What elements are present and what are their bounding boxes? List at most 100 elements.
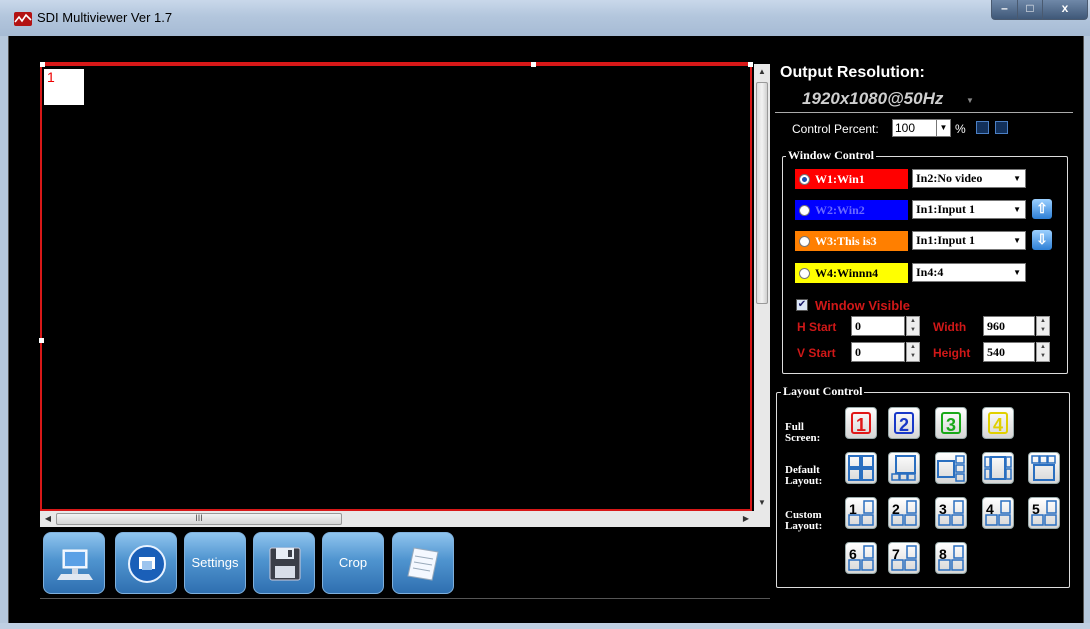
width-input[interactable]: 960 bbox=[983, 316, 1035, 336]
divider bbox=[775, 112, 1073, 113]
window-control-legend: Window Control bbox=[786, 148, 876, 163]
scroll-left-arrow-icon[interactable]: ◀ bbox=[40, 511, 56, 527]
v-start-spinner[interactable]: ▲ ▼ bbox=[906, 342, 920, 362]
crop-button[interactable]: Crop bbox=[322, 532, 384, 594]
custom-layout-number-label: 5 bbox=[1032, 501, 1040, 517]
custom-layout-button-4[interactable]: 4 bbox=[982, 497, 1014, 529]
width-spinner[interactable]: ▲ ▼ bbox=[1036, 316, 1050, 336]
window-input-select-w3[interactable]: In1:Input 1 ▼ bbox=[912, 231, 1026, 250]
horizontal-scroll-thumb[interactable]: III bbox=[56, 513, 342, 525]
control-percent-input[interactable]: 100 bbox=[892, 119, 937, 137]
monitor-button[interactable] bbox=[43, 532, 105, 594]
full-screen-button-4[interactable]: 4 bbox=[982, 407, 1014, 439]
resize-handle[interactable] bbox=[748, 62, 753, 67]
multiview-circle-icon bbox=[128, 545, 166, 583]
horizontal-scrollbar[interactable]: ◀ III ▶ bbox=[40, 511, 754, 527]
title-bar: SDI Multiviewer Ver 1.7 – □ x bbox=[0, 0, 1090, 36]
preview-window-1[interactable] bbox=[40, 62, 752, 511]
control-percent-label: Control Percent: bbox=[792, 122, 879, 136]
minimize-button[interactable]: – bbox=[991, 0, 1018, 20]
document-pencil-icon bbox=[407, 547, 439, 581]
window-name-label: W2:Win2 bbox=[815, 203, 865, 217]
window-radio-w3[interactable] bbox=[799, 236, 810, 247]
layout-control-legend: Layout Control bbox=[781, 384, 865, 399]
dropdown-arrow-icon: ▼ bbox=[1013, 236, 1021, 245]
window-radio-w4[interactable] bbox=[799, 268, 810, 279]
control-percent-dropdown-icon[interactable]: ▼ bbox=[937, 119, 951, 137]
window-input-value: In1:Input 1 bbox=[916, 202, 976, 216]
maximize-button[interactable]: □ bbox=[1017, 0, 1043, 20]
resize-handle[interactable] bbox=[39, 338, 44, 343]
custom-layout-button-5[interactable]: 5 bbox=[1028, 497, 1060, 529]
h-start-input[interactable]: 0 bbox=[851, 316, 905, 336]
window-name-label: W4:Winnn4 bbox=[815, 266, 879, 280]
expand-icon[interactable] bbox=[976, 121, 989, 134]
scrollbar-corner bbox=[754, 511, 770, 527]
dropdown-arrow-icon: ▼ bbox=[1013, 174, 1021, 183]
window-row-w4[interactable]: W4:Winnn4 bbox=[795, 263, 908, 283]
output-resolution-value[interactable]: 1920x1080@50Hz bbox=[802, 89, 943, 109]
window-input-value: In1:Input 1 bbox=[916, 233, 976, 247]
collapse-icon[interactable] bbox=[995, 121, 1008, 134]
height-label: Height bbox=[933, 346, 971, 360]
full-screen-number-label: 1 bbox=[851, 412, 871, 435]
height-spinner[interactable]: ▲ ▼ bbox=[1036, 342, 1050, 362]
custom-layout-button-1[interactable]: 1 bbox=[845, 497, 877, 529]
window-row-w1[interactable]: W1:Win1 bbox=[795, 169, 908, 189]
full-screen-button-3[interactable]: 3 bbox=[935, 407, 967, 439]
window-radio-w1[interactable] bbox=[799, 174, 810, 185]
window-radio-w2[interactable] bbox=[799, 205, 810, 216]
close-button[interactable]: x bbox=[1042, 0, 1088, 20]
full-screen-button-2[interactable]: 2 bbox=[888, 407, 920, 439]
window-input-select-w1[interactable]: In2:No video ▼ bbox=[912, 169, 1026, 188]
h-start-spinner[interactable]: ▲ ▼ bbox=[906, 316, 920, 336]
height-input[interactable]: 540 bbox=[983, 342, 1035, 362]
resolution-dropdown-arrow-icon[interactable]: ▼ bbox=[966, 96, 974, 105]
vertical-scrollbar[interactable]: ▲ ▼ bbox=[754, 64, 770, 511]
custom-layout-button-6[interactable]: 6 bbox=[845, 542, 877, 574]
v-start-input[interactable]: 0 bbox=[851, 342, 905, 362]
full-screen-button-1[interactable]: 1 bbox=[845, 407, 877, 439]
default-layout-side-button[interactable] bbox=[935, 452, 967, 484]
custom-layout-label: Custom Layout: bbox=[785, 509, 823, 532]
custom-layout-button-8[interactable]: 8 bbox=[935, 542, 967, 574]
main-side-layout-icon bbox=[937, 455, 965, 482]
vertical-scroll-thumb[interactable] bbox=[756, 82, 768, 304]
window-border-left bbox=[0, 36, 8, 623]
custom-layout-button-3[interactable]: 3 bbox=[935, 497, 967, 529]
window-name-label: W1:Win1 bbox=[815, 172, 865, 186]
move-down-arrow-icon[interactable]: ⇩ bbox=[1032, 230, 1052, 250]
window-visible-checkbox[interactable]: ✔ bbox=[796, 299, 808, 311]
default-layout-label: Default Layout: bbox=[785, 464, 823, 487]
custom-layout-button-7[interactable]: 7 bbox=[888, 542, 920, 574]
settings-button[interactable]: Settings bbox=[184, 532, 246, 594]
multiview-button[interactable] bbox=[115, 532, 177, 594]
h-start-label: H Start bbox=[797, 320, 837, 334]
window-input-select-w2[interactable]: In1:Input 1 ▼ bbox=[912, 200, 1026, 219]
app-logo-icon bbox=[14, 12, 32, 26]
pip-bottom-layout-icon bbox=[891, 455, 916, 481]
resize-handle[interactable] bbox=[40, 62, 45, 67]
width-label: Width bbox=[933, 320, 967, 334]
resize-handle[interactable] bbox=[531, 62, 536, 67]
full-screen-number-label: 2 bbox=[894, 412, 914, 435]
window-input-value: In2:No video bbox=[916, 171, 983, 185]
window-row-w2[interactable]: W2:Win2 bbox=[795, 200, 908, 220]
custom-layout-button-2[interactable]: 2 bbox=[888, 497, 920, 529]
divider bbox=[40, 598, 770, 599]
scroll-right-arrow-icon[interactable]: ▶ bbox=[738, 511, 754, 527]
notes-button[interactable] bbox=[392, 532, 454, 594]
save-button[interactable] bbox=[253, 532, 315, 594]
default-layout-quad-button[interactable] bbox=[845, 452, 877, 484]
scroll-down-arrow-icon[interactable]: ▼ bbox=[754, 495, 770, 511]
default-layout-top-button[interactable] bbox=[1028, 452, 1060, 484]
window-row-w3[interactable]: W3:This is3 bbox=[795, 231, 908, 251]
default-layout-pip-button[interactable] bbox=[888, 452, 920, 484]
full-screen-label: Full Screen: bbox=[785, 421, 821, 444]
move-up-arrow-icon[interactable]: ⇧ bbox=[1032, 199, 1052, 219]
window-input-select-w4[interactable]: In4:4 ▼ bbox=[912, 263, 1026, 282]
window-title: SDI Multiviewer Ver 1.7 bbox=[37, 10, 173, 25]
default-layout-center-button[interactable] bbox=[982, 452, 1014, 484]
scroll-up-arrow-icon[interactable]: ▲ bbox=[754, 64, 770, 80]
window-visible-label: Window Visible bbox=[815, 298, 910, 313]
